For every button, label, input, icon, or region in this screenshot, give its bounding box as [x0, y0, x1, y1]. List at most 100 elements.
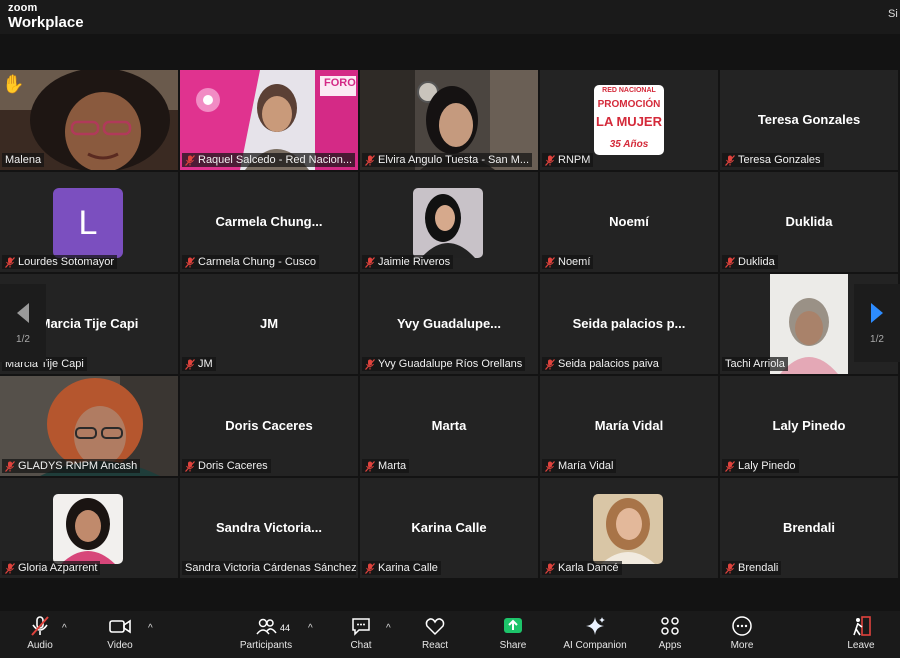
poster-line-4: 35 Años — [609, 139, 649, 150]
participant-name: Brendali — [722, 561, 782, 575]
participant-tile-duklida[interactable]: Duklida Duklida — [720, 172, 898, 272]
participants-label: Participants — [239, 640, 293, 651]
muted-mic-icon — [545, 154, 555, 166]
muted-mic-icon — [365, 256, 375, 268]
apps-button[interactable]: Apps — [654, 615, 686, 651]
participant-tile-jaimie[interactable]: Jaimie Riveros — [360, 172, 538, 272]
banner-text: FORO — [324, 77, 356, 89]
participant-tile-laly[interactable]: Laly Pinedo Laly Pinedo — [720, 376, 898, 476]
participant-tile-elvira[interactable]: Elvira Angulo Tuesta - San M... — [360, 70, 538, 170]
participant-tile-jm[interactable]: JM JM — [180, 274, 358, 374]
apps-icon — [661, 617, 679, 635]
participant-display-name: Marta — [431, 418, 467, 433]
audio-button[interactable]: Audio — [22, 615, 58, 651]
participant-tile-karla[interactable]: Karla Dancé — [540, 478, 718, 578]
participant-name: Jaimie Riveros — [362, 255, 454, 269]
ai-companion-label: AI Companion — [563, 640, 627, 651]
participant-display-name: Duklida — [785, 214, 833, 229]
participant-name: Karla Dancé — [542, 561, 622, 575]
participant-tile-yvy[interactable]: Yvy Guadalupe... Yvy Guadalupe Ríos Orel… — [360, 274, 538, 374]
participants-button[interactable]: Participants — [236, 615, 296, 651]
leave-button[interactable]: Leave — [844, 615, 878, 651]
participant-tile-raquel[interactable]: FORO Raquel Salcedo - Red Nacion... — [180, 70, 358, 170]
muted-mic-icon — [725, 154, 735, 166]
participant-name: Seida palacios paiva — [542, 357, 662, 371]
muted-mic-icon — [365, 154, 375, 166]
participant-tile-malena[interactable]: ✋ Malena — [0, 70, 178, 170]
participant-tile-noemi[interactable]: Noemí Noemí — [540, 172, 718, 272]
muted-mic-icon — [545, 460, 555, 472]
participant-tile-rnpm[interactable]: RED NACIONAL PROMOCIÓN LA MUJER 35 Años … — [540, 70, 718, 170]
video-camera-icon — [109, 619, 131, 634]
next-page-button[interactable]: 1/2 — [854, 284, 900, 362]
chat-label: Chat — [350, 640, 372, 651]
profile-photo — [593, 494, 663, 564]
participant-tile-carmela[interactable]: Carmela Chung... Carmela Chung - Cusco — [180, 172, 358, 272]
video-label: Video — [107, 640, 133, 651]
page-indicator-left: 1/2 — [16, 333, 30, 345]
participant-name: Gloria Azparrent — [2, 561, 101, 575]
participant-name: Doris Caceres — [182, 459, 271, 473]
video-button[interactable]: Video — [102, 615, 138, 651]
muted-mic-icon — [365, 460, 375, 472]
leave-door-icon — [853, 616, 871, 636]
participant-name: Noemí — [542, 255, 594, 269]
muted-mic-icon — [185, 460, 195, 472]
video-options-caret[interactable]: ^ — [148, 623, 153, 634]
participant-display-name: Karina Calle — [411, 520, 487, 535]
audio-label: Audio — [27, 640, 53, 651]
more-button[interactable]: More — [726, 615, 758, 651]
participants-options-caret[interactable]: ^ — [308, 623, 313, 634]
zoom-logo: zoom Workplace — [8, 3, 84, 31]
participant-tile-seida[interactable]: Seida palacios p... Seida palacios paiva — [540, 274, 718, 374]
participant-tile-doris[interactable]: Doris Caceres Doris Caceres — [180, 376, 358, 476]
initial-avatar: L — [53, 188, 123, 258]
muted-mic-icon — [545, 358, 555, 370]
participant-display-name: Sandra Victoria... — [216, 520, 322, 535]
participant-name: Teresa Gonzales — [722, 153, 824, 167]
poster-line-3: LA MUJER — [596, 114, 662, 129]
profile-photo — [413, 188, 483, 258]
share-label: Share — [499, 640, 527, 651]
participant-name: RNPM — [542, 153, 594, 167]
participant-name: Duklida — [722, 255, 778, 269]
participant-name: Malena — [2, 153, 45, 167]
participant-tile-lourdes[interactable]: L Lourdes Sotomayor — [0, 172, 178, 272]
muted-mic-icon — [185, 154, 195, 166]
muted-mic-icon — [5, 562, 15, 574]
participant-name: Karina Calle — [362, 561, 441, 575]
more-options-icon — [732, 616, 752, 636]
share-screen-icon — [504, 618, 522, 633]
participant-tile-karina[interactable]: Karina Calle Karina Calle — [360, 478, 538, 578]
participant-display-name: Laly Pinedo — [772, 418, 846, 433]
share-button[interactable]: Share — [496, 615, 530, 651]
participant-name: Carmela Chung - Cusco — [182, 255, 319, 269]
chat-options-caret[interactable]: ^ — [386, 623, 391, 634]
raised-hand-icon: ✋ — [2, 74, 25, 94]
previous-page-button[interactable]: 1/2 — [0, 284, 46, 362]
participant-name: JM — [182, 357, 216, 371]
apps-label: Apps — [658, 640, 682, 651]
participant-tile-teresa[interactable]: Teresa Gonzales Teresa Gonzales — [720, 70, 898, 170]
participant-tile-maria[interactable]: María Vidal María Vidal — [540, 376, 718, 476]
muted-mic-icon — [725, 256, 735, 268]
participant-tile-marta[interactable]: Marta Marta — [360, 376, 538, 476]
chevron-right-icon — [871, 302, 883, 323]
participant-name: María Vidal — [542, 459, 617, 473]
participant-tile-sandra[interactable]: Sandra Victoria... Sandra Victoria Cárde… — [180, 478, 358, 578]
react-button[interactable]: React — [418, 615, 452, 651]
heart-icon — [425, 618, 445, 636]
top-right-text[interactable]: Si — [888, 8, 900, 20]
audio-options-caret[interactable]: ^ — [62, 623, 67, 634]
ai-companion-button[interactable]: AI Companion — [558, 615, 632, 651]
participant-grid: ✋ Malena FORO Raquel Salcedo - Red Nacio… — [0, 70, 900, 578]
gallery-view: ✋ Malena FORO Raquel Salcedo - Red Nacio… — [0, 34, 900, 611]
participants-count: 44 — [280, 623, 291, 633]
participant-name: Sandra Victoria Cárdenas Sánchez — [182, 561, 356, 575]
brand-line-2: Workplace — [8, 14, 84, 31]
participant-display-name: Noemí — [609, 214, 649, 229]
chat-button[interactable]: Chat — [346, 615, 376, 651]
participant-tile-gladys[interactable]: GLADYS RNPM Ancash — [0, 376, 178, 476]
participant-tile-gloria[interactable]: Gloria Azparrent — [0, 478, 178, 578]
participant-tile-brendali[interactable]: Brendali Brendali — [720, 478, 898, 578]
